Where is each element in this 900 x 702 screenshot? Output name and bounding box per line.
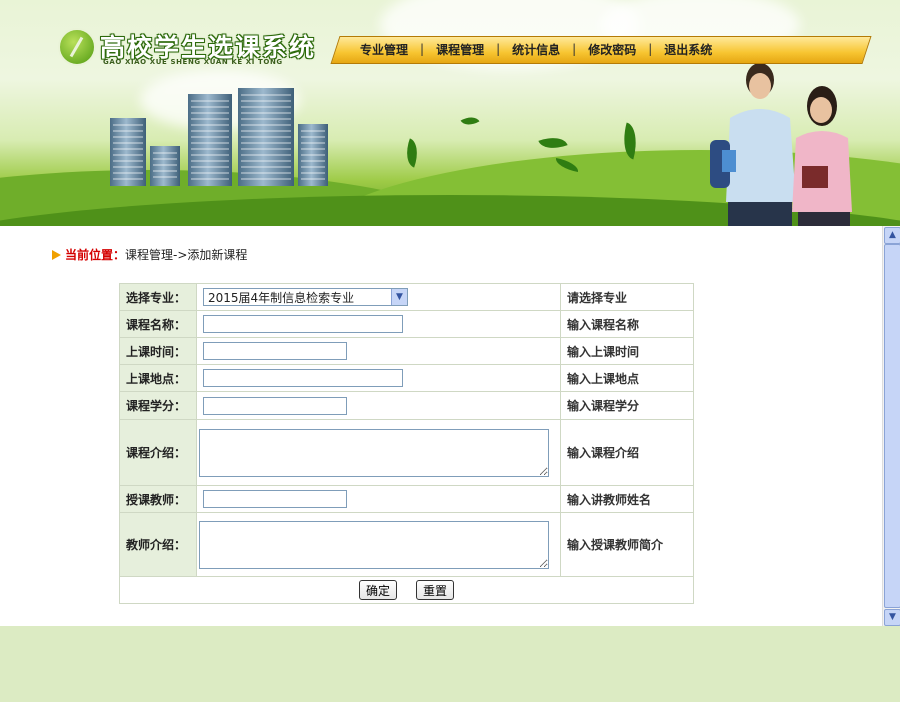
add-course-form: 选择专业： 2015届4年制信息检索专业 ▼ 请选择专业 课程名称： 输入课程名… [119, 283, 694, 604]
nav-item-change-password[interactable]: 修改密码 [578, 41, 646, 58]
teacher-intro-hint: 输入授课教师简介 [560, 512, 694, 577]
form-row-teacher: 授课教师： 输入讲教师姓名 [119, 485, 694, 513]
major-select-value: 2015届4年制信息检索专业 [208, 290, 355, 305]
scrollbar-thumb[interactable] [884, 244, 900, 608]
leaf-icon [58, 28, 96, 66]
nav-separator: | [420, 42, 425, 56]
course-name-input[interactable] [203, 315, 403, 333]
class-place-cell [196, 364, 561, 392]
teacher-intro-textarea[interactable] [199, 520, 549, 569]
teacher-intro-cell [196, 512, 561, 577]
nav-item-course-management[interactable]: 课程管理 [426, 41, 494, 58]
intro-textarea[interactable] [199, 428, 549, 477]
class-place-input[interactable] [203, 369, 403, 387]
form-row-teacher-intro: 教师介绍： 输入授课教师简介 [119, 512, 694, 577]
form-row-course-name: 课程名称： 输入课程名称 [119, 310, 694, 338]
building-decoration [110, 118, 146, 186]
form-row-credit: 课程学分： 输入课程学分 [119, 391, 694, 420]
teacher-hint: 输入讲教师姓名 [560, 485, 694, 513]
header-banner: 高校学生选课系统 GAO XIAO XUE SHENG XUAN KE XI T… [0, 0, 900, 226]
nav-item-logout[interactable]: 退出系统 [654, 41, 722, 58]
chevron-down-icon[interactable]: ▼ [391, 289, 407, 305]
class-place-label: 上课地点： [119, 364, 197, 392]
breadcrumb-label: 当前位置： [65, 248, 126, 262]
nav-separator: | [648, 42, 653, 56]
building-decoration [188, 94, 232, 186]
content-area: 当前位置：课程管理->添加新课程 选择专业： 2015届4年制信息检索专业 ▼ … [0, 226, 882, 626]
class-time-input[interactable] [203, 342, 347, 360]
major-hint: 请选择专业 [560, 283, 694, 311]
breadcrumb-path: 课程管理->添加新课程 [125, 248, 248, 262]
building-decoration [298, 124, 328, 186]
form-row-actions: 确定 重置 [119, 576, 694, 604]
building-decoration [150, 146, 180, 186]
course-name-label: 课程名称： [119, 310, 197, 338]
breadcrumb: 当前位置：课程管理->添加新课程 [52, 246, 247, 263]
nav-separator: | [572, 42, 577, 56]
form-row-major: 选择专业： 2015届4年制信息检索专业 ▼ 请选择专业 [119, 283, 694, 311]
chevron-down-icon[interactable]: ▼ [884, 609, 900, 626]
class-time-hint: 输入上课时间 [560, 337, 694, 365]
actions-cell: 确定 重置 [119, 576, 694, 604]
leaf-decoration [460, 112, 480, 130]
nav-separator: | [496, 42, 501, 56]
nav-item-major-management[interactable]: 专业管理 [350, 41, 418, 58]
credit-input[interactable] [203, 396, 347, 415]
class-time-cell [196, 337, 561, 365]
chevron-up-icon[interactable]: ▲ [884, 227, 900, 244]
course-name-cell [196, 310, 561, 338]
building-decoration [238, 88, 294, 186]
page-footer [0, 626, 900, 702]
leaf-decoration [400, 138, 424, 168]
teacher-label: 授课教师： [119, 485, 197, 513]
nav-item-statistics[interactable]: 统计信息 [502, 41, 570, 58]
students-illustration [710, 63, 852, 226]
major-select[interactable]: 2015届4年制信息检索专业 ▼ [203, 288, 408, 306]
intro-cell [196, 419, 561, 486]
form-row-class-place: 上课地点： 输入上课地点 [119, 364, 694, 392]
leaf-decoration [538, 131, 568, 155]
vertical-scrollbar[interactable]: ▲ ▼ [882, 226, 900, 626]
main-nav: 专业管理 | 课程管理 | 统计信息 | 修改密码 | 退出系统 [350, 36, 722, 62]
class-time-label: 上课时间： [119, 337, 197, 365]
reset-button[interactable]: 重置 [416, 580, 455, 600]
credit-label: 课程学分： [119, 391, 197, 420]
form-row-intro: 课程介绍： 输入课程介绍 [119, 419, 694, 486]
course-name-hint: 输入课程名称 [560, 310, 694, 338]
submit-button[interactable]: 确定 [358, 580, 397, 600]
teacher-cell [196, 485, 561, 513]
credit-cell [196, 391, 561, 420]
major-cell: 2015届4年制信息检索专业 ▼ [196, 283, 561, 311]
credit-hint: 输入课程学分 [560, 391, 694, 420]
intro-label: 课程介绍： [119, 419, 197, 486]
arrow-right-icon [52, 250, 61, 260]
major-label: 选择专业： [119, 283, 197, 311]
intro-hint: 输入课程介绍 [560, 419, 694, 486]
teacher-input[interactable] [203, 490, 347, 508]
form-row-class-time: 上课时间： 输入上课时间 [119, 337, 694, 365]
class-place-hint: 输入上课地点 [560, 364, 694, 392]
app-subtitle: GAO XIAO XUE SHENG XUAN KE XI TONG [103, 58, 283, 66]
teacher-intro-label: 教师介绍： [119, 512, 197, 577]
